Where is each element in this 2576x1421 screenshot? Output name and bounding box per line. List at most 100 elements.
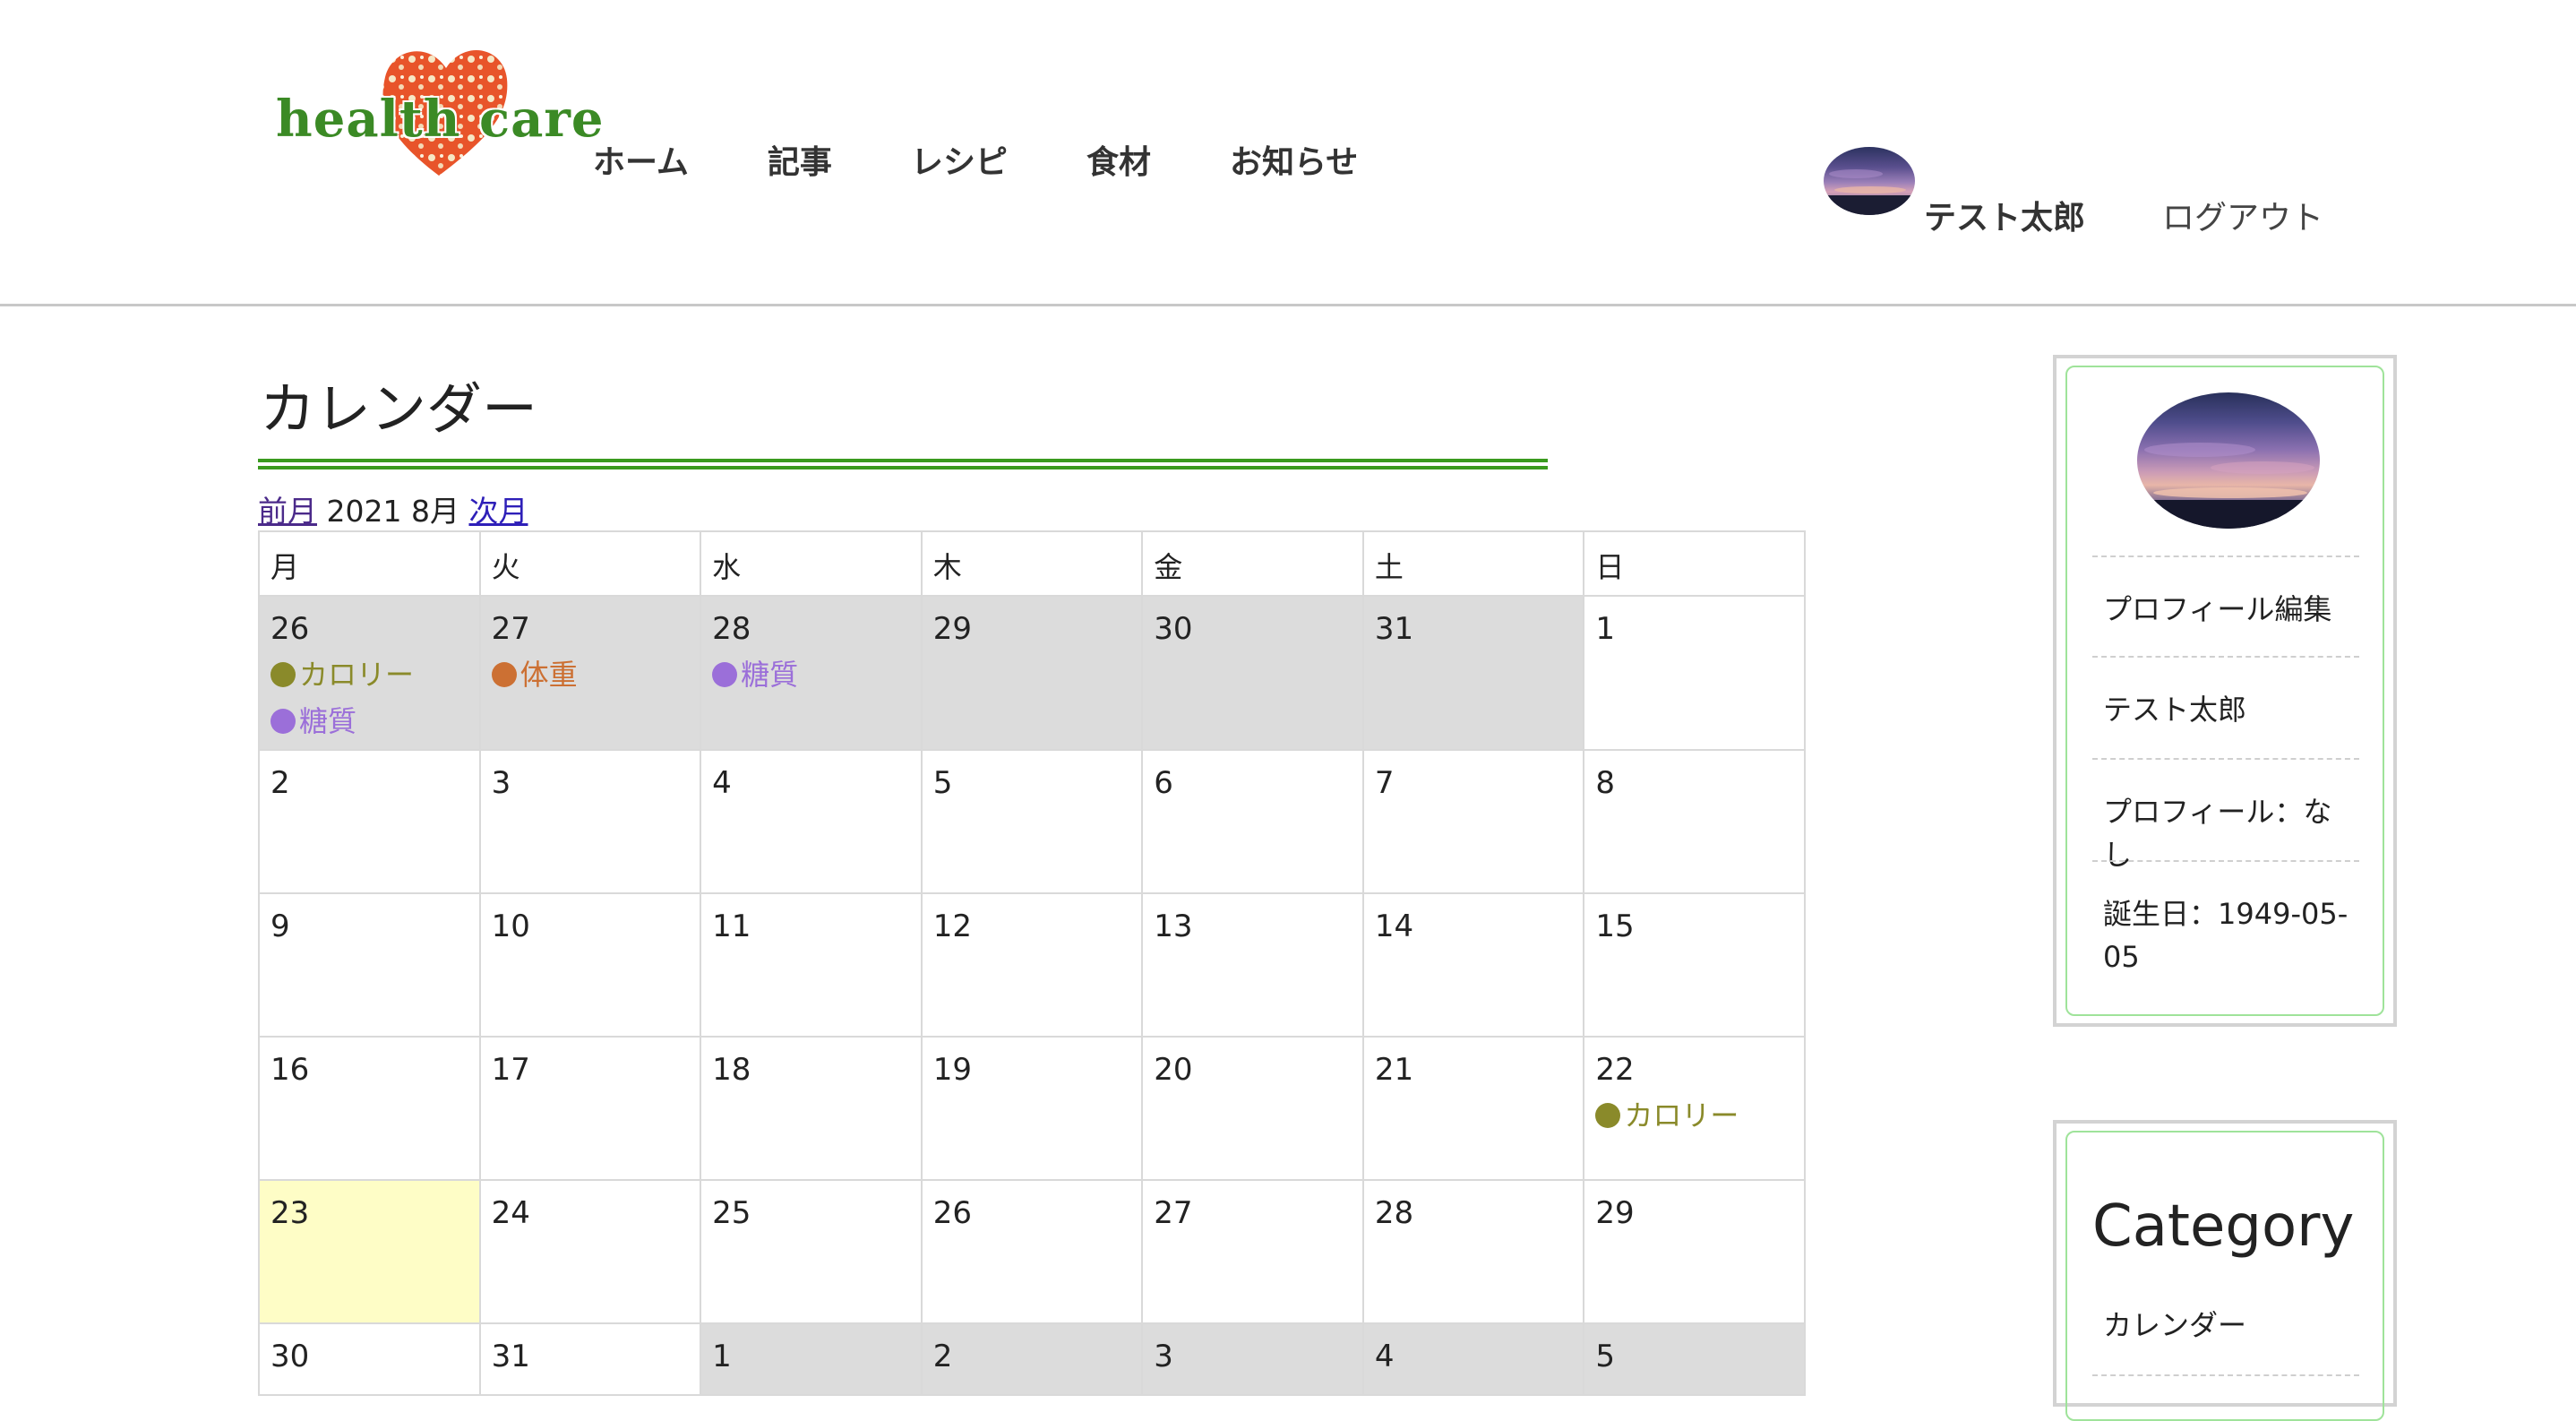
nav-recipes[interactable]: レシピ [911, 136, 1008, 183]
day-number: 15 [1595, 909, 1635, 944]
calendar-day-cell[interactable]: 3 [478, 749, 702, 894]
calendar-day-cell[interactable]: 15 [1583, 892, 1806, 1038]
calendar-day-cell[interactable]: 26 [920, 1179, 1144, 1324]
nav-news[interactable]: お知らせ [1230, 136, 1358, 183]
page-title: カレンダー [260, 376, 538, 442]
calendar-day-cell[interactable]: 25 [700, 1179, 923, 1324]
calendar-day-cell[interactable]: 19 [920, 1036, 1144, 1181]
event-label: カロリー [1624, 1098, 1739, 1132]
calendar-day-cell[interactable]: 23 [258, 1179, 481, 1324]
current-month: 2021 8月 [326, 494, 459, 529]
profile-birthday: 誕生日：1949-05-05 [2092, 860, 2359, 1003]
calendar-event[interactable]: 糖質 [712, 652, 921, 693]
category-card: Category カレンダー [2053, 1120, 2397, 1421]
calendar-day-cell[interactable]: 18 [700, 1036, 923, 1181]
weekday-mon: 月 [258, 530, 481, 597]
weekday-thu: 木 [920, 530, 1144, 597]
calendar-day-cell[interactable]: 2 [920, 1322, 1144, 1396]
calendar-day-cell[interactable]: 10 [478, 892, 702, 1038]
calendar-day-cell[interactable]: 7 [1361, 749, 1585, 894]
calendar-day-cell[interactable]: 14 [1361, 892, 1585, 1038]
calendar-day-cell[interactable]: 29 [920, 595, 1144, 751]
calendar-day-cell[interactable]: 29 [1583, 1179, 1806, 1324]
calendar-day-cell[interactable]: 27 [1141, 1179, 1364, 1324]
calendar-day-cell[interactable]: 31 [1361, 595, 1585, 751]
calendar-day-cell[interactable]: 27 体重 [478, 595, 702, 751]
day-number: 28 [712, 611, 751, 647]
event-label: 糖質 [299, 704, 357, 738]
prev-month-link[interactable]: 前月 [258, 494, 317, 529]
day-number: 23 [270, 1195, 310, 1231]
day-number: 17 [491, 1052, 530, 1088]
day-number: 27 [1154, 1195, 1193, 1231]
day-number: 30 [1154, 611, 1193, 647]
day-number: 19 [932, 1052, 972, 1088]
calendar-day-cell[interactable]: 5 [920, 749, 1144, 894]
nav-articles[interactable]: 記事 [768, 136, 832, 183]
category-link-calendar[interactable]: カレンダー [2103, 1303, 2246, 1344]
calendar-event[interactable]: 糖質 [270, 699, 479, 740]
calendar-day-cell[interactable]: 21 [1361, 1036, 1585, 1181]
day-number: 25 [712, 1195, 751, 1231]
calendar-week-row: 30 31 1 2 3 4 5 [258, 1322, 1806, 1396]
calendar-day-cell[interactable]: 4 [1361, 1322, 1585, 1396]
calendar-day-cell[interactable]: 31 [478, 1322, 702, 1396]
calendar-week-row: 16 17 18 19 20 21 22 カロリー [258, 1036, 1806, 1181]
calendar-day-cell[interactable]: 30 [258, 1322, 481, 1396]
calendar-day-cell[interactable]: 28 [1361, 1179, 1585, 1324]
calendar-week-row: 23 24 25 26 27 28 29 [258, 1179, 1806, 1324]
logo-text: health care [276, 90, 605, 149]
day-number: 12 [932, 909, 972, 944]
calendar-day-cell[interactable]: 1 [700, 1322, 923, 1396]
calendar-day-cell[interactable]: 13 [1141, 892, 1364, 1038]
day-number: 4 [712, 765, 732, 801]
day-number: 7 [1374, 765, 1395, 801]
calendar-day-cell[interactable]: 20 [1141, 1036, 1364, 1181]
calendar-day-cell[interactable]: 8 [1583, 749, 1806, 894]
calendar-day-cell[interactable]: 9 [258, 892, 481, 1038]
nav-ingredients[interactable]: 食材 [1086, 136, 1151, 183]
nav-home[interactable]: ホーム [593, 136, 689, 183]
category-divider [2092, 1374, 2359, 1376]
day-number: 29 [932, 611, 972, 647]
day-number: 27 [491, 611, 530, 647]
calendar-event[interactable]: カロリー [270, 652, 479, 693]
site-logo[interactable]: health care [269, 34, 604, 177]
calendar-event[interactable]: カロリー [1595, 1093, 1804, 1134]
calendar-day-cell[interactable]: 6 [1141, 749, 1364, 894]
calendar-day-cell[interactable]: 30 [1141, 595, 1364, 751]
calendar-day-cell[interactable]: 28 糖質 [700, 595, 923, 751]
event-label: 体重 [519, 658, 578, 692]
profile-edit-link[interactable]: プロフィール編集 [2092, 555, 2359, 656]
day-number: 14 [1374, 909, 1414, 944]
calendar-day-cell[interactable]: 5 [1583, 1322, 1806, 1396]
day-number: 24 [491, 1195, 530, 1231]
event-label: カロリー [299, 658, 415, 692]
category-title: Category [2092, 1193, 2355, 1260]
main-nav: ホーム 記事 レシピ 食材 お知らせ [593, 136, 1437, 183]
avatar[interactable] [1824, 147, 1915, 215]
calendar-day-cell[interactable]: 3 [1141, 1322, 1364, 1396]
next-month-link[interactable]: 次月 [468, 494, 528, 529]
calendar-day-cell[interactable]: 12 [920, 892, 1144, 1038]
calendar-day-cell[interactable]: 22 カロリー [1583, 1036, 1806, 1181]
calendar-body: 26 カロリー 糖質 27 体重 28 糖質 29 30 31 1 2 3 4 5 6 7 8 9 10 11 12 13 1… [258, 595, 1806, 1396]
profile-card: プロフィール編集 テスト太郎 プロフィール：なし 誕生日：1949-05-05 [2053, 355, 2397, 1027]
calendar-day-cell[interactable]: 16 [258, 1036, 481, 1181]
calendar-day-cell[interactable]: 24 [478, 1179, 702, 1324]
calendar-day-cell[interactable]: 4 [700, 749, 923, 894]
calendar-day-cell[interactable]: 11 [700, 892, 923, 1038]
weekday-sun: 日 [1583, 530, 1806, 597]
sunset-avatar-icon [2137, 443, 2320, 529]
day-number: 26 [932, 1195, 972, 1231]
calendar-day-cell[interactable]: 26 カロリー 糖質 [258, 595, 481, 751]
user-name[interactable]: テスト太郎 [1924, 192, 2085, 238]
calendar-day-cell[interactable]: 1 [1583, 595, 1806, 751]
day-number: 10 [491, 909, 530, 944]
calendar-day-cell[interactable]: 17 [478, 1036, 702, 1181]
logout-link[interactable]: ログアウト [2162, 192, 2323, 238]
weekday-fri: 金 [1141, 530, 1364, 597]
calendar-day-cell[interactable]: 2 [258, 749, 481, 894]
day-number: 2 [932, 1339, 953, 1374]
calendar-event[interactable]: 体重 [491, 652, 700, 693]
